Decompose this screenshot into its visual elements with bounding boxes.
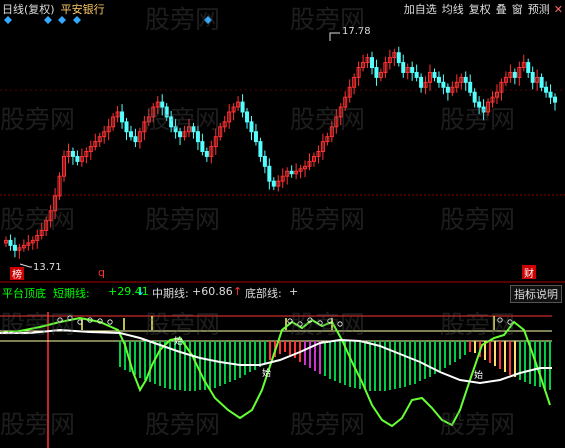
candle-body	[191, 126, 196, 133]
candle-body	[472, 91, 477, 103]
candle-body	[432, 71, 437, 78]
candle-body	[173, 126, 178, 133]
candle-body	[160, 101, 165, 108]
candle-body	[414, 71, 419, 78]
candle-body	[258, 141, 263, 157]
candle-body	[548, 91, 553, 98]
candle-body	[200, 141, 205, 152]
candle-body	[419, 76, 424, 88]
candle-body	[396, 52, 401, 64]
candle-body	[12, 244, 17, 251]
mid-line-label: 中期线:	[152, 287, 189, 300]
candle-body	[124, 121, 129, 133]
short-term-line	[0, 316, 551, 428]
marker-left: 榜	[12, 268, 22, 281]
candle-body	[249, 121, 254, 133]
candle-body	[8, 239, 13, 246]
signal-dot	[297, 321, 303, 327]
candle-body	[267, 165, 272, 182]
candle-body	[133, 136, 138, 143]
mid-line-arrow-icon: ↑	[233, 285, 243, 298]
candle-body	[512, 71, 517, 78]
candle-body	[463, 76, 468, 83]
candle-body	[75, 155, 80, 162]
candle-body	[530, 71, 535, 83]
bottom-line-label: 底部线:	[245, 287, 282, 300]
indicator-pane	[0, 312, 552, 448]
candle-body	[240, 101, 245, 113]
chart-canvas[interactable]: 17.78 13.71 榜 q 财 始 始 始	[0, 0, 565, 448]
diamond-markers	[4, 16, 212, 24]
candle-body	[526, 62, 531, 73]
candle-body	[477, 101, 482, 108]
candle-body	[195, 131, 200, 143]
signal-dot	[507, 319, 513, 325]
buy-label-3: 始	[474, 369, 483, 381]
diamond-icon	[204, 16, 212, 24]
candle-body	[441, 81, 446, 88]
signal-dot	[337, 321, 343, 327]
candle-body	[370, 57, 374, 69]
candle-body	[445, 86, 450, 93]
indicator-header: 平台顶底 短期线: +29.41 ↓ 中期线: +60.86 ↑ 底部线: + …	[0, 283, 565, 303]
marker-mid: q	[98, 266, 105, 279]
signal-dot	[497, 317, 503, 323]
diamond-icon	[58, 16, 66, 24]
high-price-label: 17.78	[342, 26, 371, 37]
buy-label-1: 始	[174, 335, 183, 347]
mid-line-value: +60.86	[192, 285, 233, 298]
candle-body	[468, 81, 473, 93]
candle-body	[164, 106, 169, 118]
candle-body	[245, 111, 250, 123]
candle-body	[169, 116, 174, 128]
candle-body	[553, 96, 557, 103]
marker-right: 财	[524, 267, 534, 280]
low-price-label: 13.71	[33, 262, 62, 273]
indicator-explain-button[interactable]: 指标说明	[510, 285, 562, 303]
candle-body	[410, 67, 415, 73]
candle-body	[120, 111, 125, 123]
candle-body	[253, 131, 258, 143]
candle-body	[374, 67, 379, 78]
candle-body	[401, 62, 406, 73]
candle-body	[289, 170, 294, 175]
short-line-label: 短期线:	[53, 287, 90, 300]
candle-body	[539, 76, 544, 88]
short-line-arrow-icon: ↓	[136, 285, 146, 298]
candle-body	[204, 151, 209, 157]
candle-body	[271, 180, 276, 187]
diamond-icon	[4, 16, 12, 24]
candlesticks	[4, 46, 557, 259]
buy-label-2: 始	[262, 367, 271, 379]
indicator-name[interactable]: 平台顶底	[2, 285, 46, 301]
diamond-icon	[44, 16, 52, 24]
high-price-pointer	[329, 32, 340, 41]
bottom-line-value: +	[289, 285, 299, 298]
signal-dot	[107, 319, 113, 325]
candle-body	[128, 131, 133, 138]
candle-body	[262, 155, 267, 167]
low-price-pointer	[19, 263, 32, 268]
diamond-icon	[73, 16, 81, 24]
candle-body	[544, 86, 549, 93]
candle-body	[70, 151, 75, 157]
candle-body	[178, 131, 183, 138]
candle-body	[436, 76, 441, 83]
candle-body	[481, 106, 486, 113]
